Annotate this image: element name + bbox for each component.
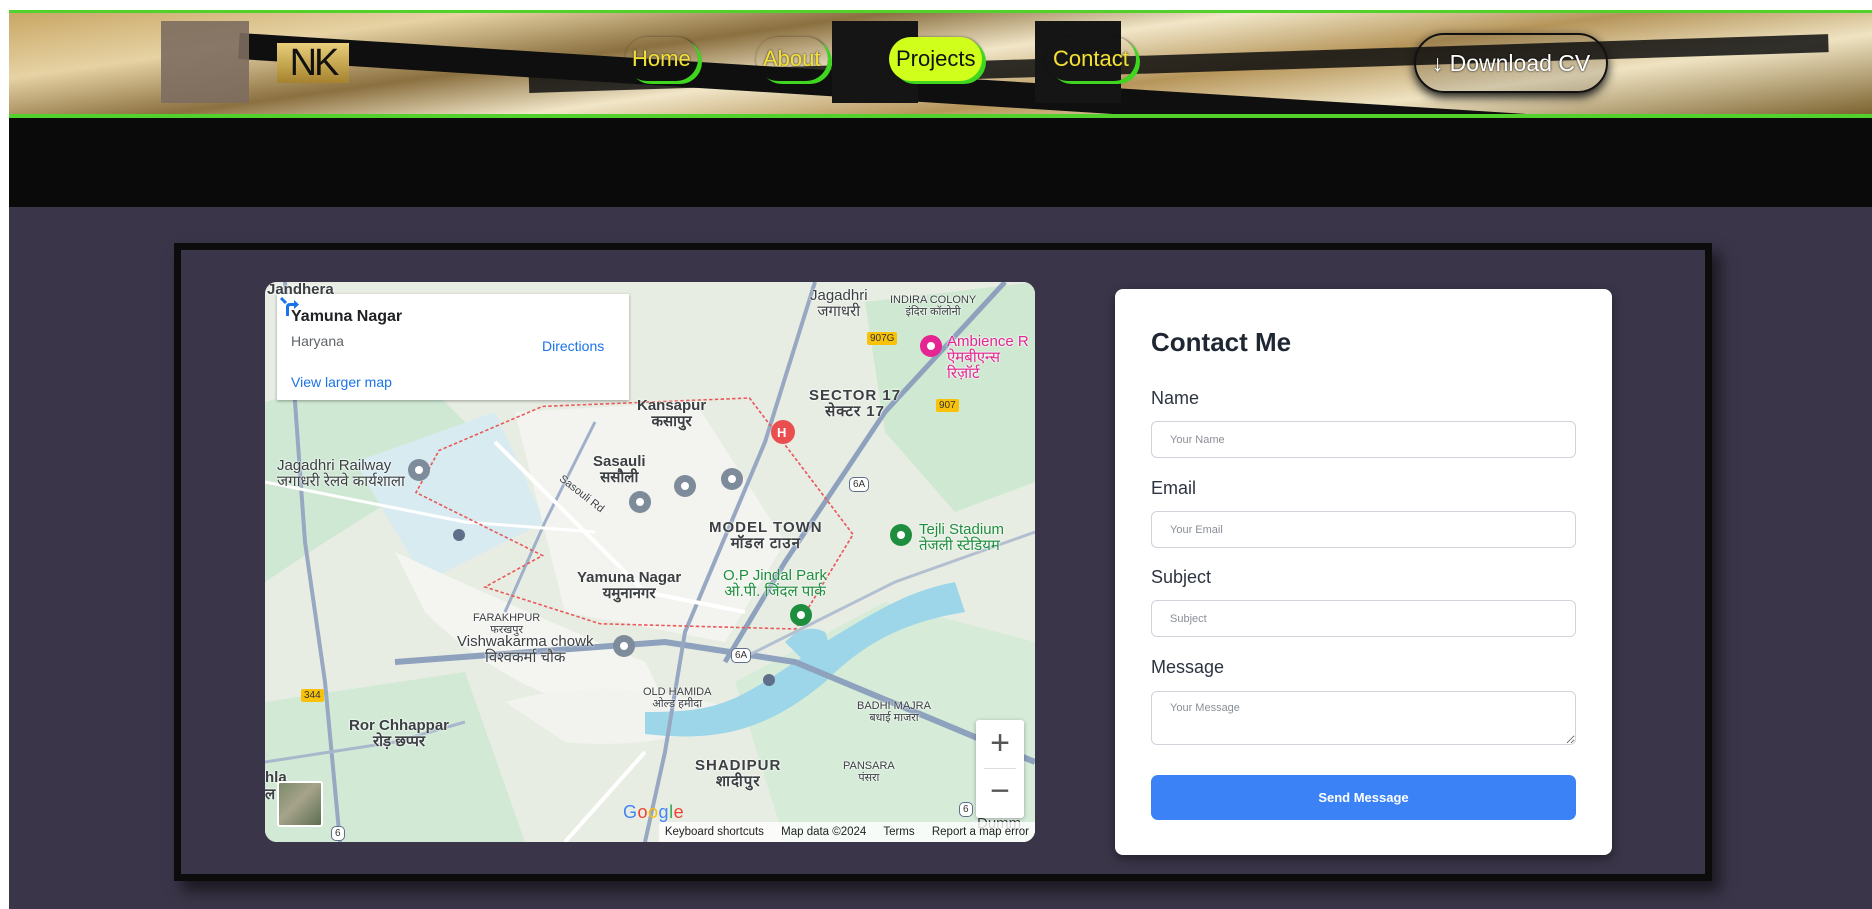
map-label: Ror Chhappar रोड़ छप्पर — [349, 717, 450, 750]
map-label: Jagadhri जगाधरी — [810, 287, 868, 320]
place-title: Yamuna Nagar — [291, 308, 403, 325]
site-header: NK Home About Projects Contact ↓ Downloa… — [9, 10, 1872, 118]
map-zoom-control: + − — [976, 720, 1024, 818]
highway-shield: 907 — [936, 399, 959, 412]
subject-label: Subject — [1151, 567, 1212, 587]
google-logo: Google — [623, 802, 685, 822]
map-label: INDIRA COLONY इंदिरा कॉलोनी — [890, 294, 977, 318]
map-label: Kansapur कसापुर — [637, 397, 707, 430]
site-logo[interactable]: NK — [277, 43, 349, 83]
contact-title: Contact Me — [1151, 327, 1292, 357]
map-attribution: Keyboard shortcuts Map data ©2024 Terms … — [658, 822, 1035, 842]
header-shadow-band — [9, 118, 1872, 207]
map-label: Jagadhri Railway जगाधरी रेलवे कार्यशाला — [277, 457, 405, 490]
highway-shield: 6 — [331, 826, 345, 841]
nav-projects[interactable]: Projects — [889, 37, 983, 81]
map-label: SECTOR 17 सेक्टर 17 — [809, 387, 902, 420]
zoom-out-button[interactable]: − — [976, 768, 1024, 816]
header-decor-block — [161, 21, 249, 103]
directions-link[interactable]: Directions — [542, 338, 604, 354]
highway-shield: 344 — [301, 689, 324, 702]
map-label: Tejli Stadium तेजली स्टेडियम — [919, 521, 1005, 554]
nav-about[interactable]: About — [756, 37, 828, 81]
map-label: ल — [265, 786, 276, 803]
send-message-button[interactable]: Send Message — [1151, 775, 1576, 820]
map-data-text: Map data ©2024 — [781, 826, 867, 838]
message-textarea[interactable] — [1151, 691, 1576, 745]
highway-shield: 6 — [959, 802, 973, 817]
map-label: MODEL TOWN मॉडल टाउन — [709, 519, 823, 552]
name-label: Name — [1151, 388, 1200, 408]
view-larger-map-link[interactable]: View larger map — [291, 374, 392, 390]
map-label: Vishwakarma chowk विश्वकर्मा चौक — [457, 633, 594, 666]
highway-shield: 6A — [731, 648, 752, 663]
directions-icon[interactable] — [277, 294, 301, 318]
map-label: Ambience R ऐमबीएन्स रिज़ॉर्ट — [947, 333, 1029, 382]
download-cv-button[interactable]: ↓ Download CV — [1414, 33, 1608, 93]
highway-shield: 6A — [849, 477, 870, 492]
satellite-toggle[interactable] — [277, 781, 323, 827]
page-frame: NK Home About Projects Contact ↓ Downloa… — [9, 10, 1872, 909]
map-label: OLD HAMIDA ओल्ड हमीदा — [643, 686, 712, 710]
email-label: Email — [1151, 478, 1197, 498]
message-label: Message — [1151, 657, 1225, 677]
name-input[interactable] — [1151, 421, 1576, 458]
embedded-map[interactable]: H Jandhera Jagadhri जगाधरी INDIRA COLONY इ… — [265, 282, 1035, 842]
map-label: SHADIPUR शादीपुर — [695, 757, 782, 790]
report-map-error-link[interactable]: Report a map error — [932, 826, 1029, 838]
svg-text:H: H — [777, 425, 786, 440]
map-label: BADHI MAJRA बधाई माजरा — [857, 700, 931, 724]
email-input[interactable] — [1151, 511, 1576, 548]
highway-shield: 907G — [867, 332, 898, 345]
terms-link[interactable]: Terms — [883, 826, 914, 838]
map-place-card: Yamuna Nagar Haryana View larger map Dir… — [277, 294, 629, 400]
subject-input[interactable] — [1151, 600, 1576, 637]
nav-contact[interactable]: Contact — [1046, 37, 1136, 81]
place-subtitle: Haryana — [291, 333, 344, 349]
keyboard-shortcuts-link[interactable]: Keyboard shortcuts — [665, 826, 764, 838]
map-label: PANSARA पंसरा — [843, 760, 895, 784]
map-label: O.P Jindal Park ओ.पी. जिंदल पार्क — [723, 567, 827, 600]
contact-form-card: Contact Me Name Email Subject Message Se… — [1115, 289, 1612, 855]
map-label: Yamuna Nagar यमुनानगर — [577, 569, 682, 602]
nav-home[interactable]: Home — [625, 37, 698, 81]
zoom-in-button[interactable]: + — [976, 720, 1024, 768]
map-label: Sasauli ससौली — [593, 453, 646, 486]
